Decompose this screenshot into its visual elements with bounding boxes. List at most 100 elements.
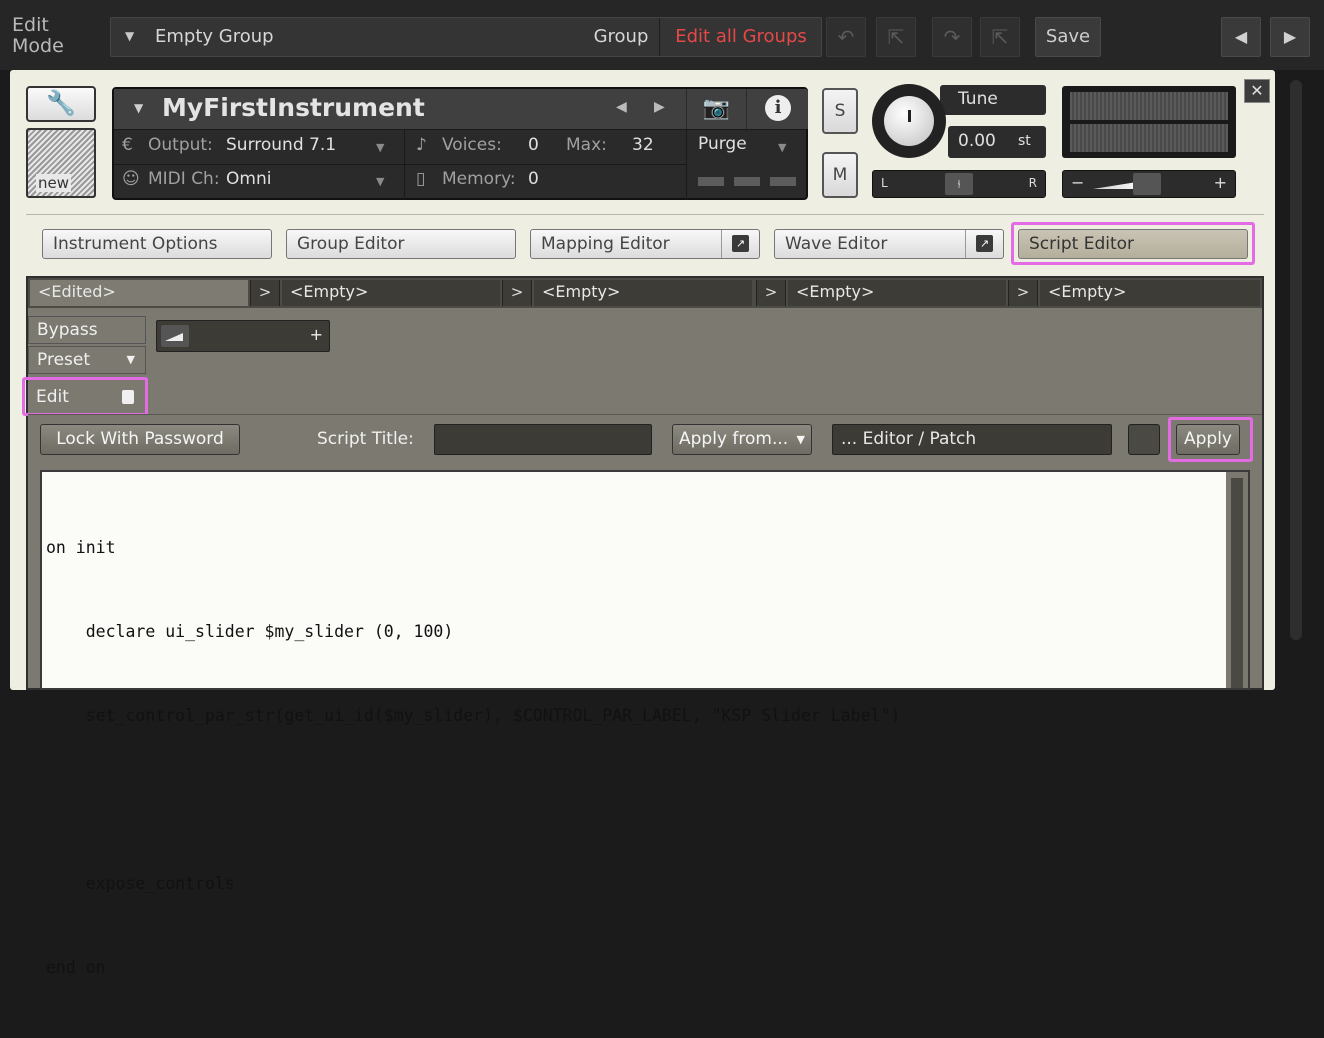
volume-plus: + xyxy=(1213,173,1227,192)
wrench-icon[interactable]: 🔧 xyxy=(26,86,96,122)
rack-scrollbar-thumb[interactable] xyxy=(1290,80,1302,640)
code-scrollbar-thumb[interactable] xyxy=(1231,478,1243,688)
mapping-editor-expand[interactable]: ↗ xyxy=(721,230,759,258)
tune-label: Tune xyxy=(940,85,1046,115)
bypass-button[interactable]: Bypass xyxy=(28,316,146,344)
memory-value: 0 xyxy=(528,169,539,189)
pan-handle-icon[interactable]: ⫮ xyxy=(945,173,973,195)
square-toggle[interactable] xyxy=(1128,424,1160,455)
camera-icon[interactable]: 📷 xyxy=(686,89,746,129)
voices-icon: ♪ xyxy=(416,135,427,155)
code-line: expose_controls xyxy=(46,874,235,893)
undo-icon[interactable]: ↶ xyxy=(826,17,866,57)
edit-mode-line2: Mode xyxy=(12,35,64,57)
chevron-down-icon: ▼ xyxy=(796,433,805,446)
chevron-down-icon[interactable]: ▼ xyxy=(125,29,134,43)
apply-from-menu[interactable]: Apply from... ▼ xyxy=(672,424,812,455)
output-label: Output: xyxy=(148,135,213,155)
instrument-picture[interactable]: new xyxy=(26,128,96,198)
instrument-options-button[interactable]: Instrument Options xyxy=(42,229,272,259)
close-icon[interactable]: ✕ xyxy=(1244,79,1270,103)
mute-button[interactable]: M xyxy=(822,152,858,198)
lock-with-password-button[interactable]: Lock With Password xyxy=(40,424,240,455)
mapping-editor-label: Mapping Editor xyxy=(541,234,670,254)
max-voices-value[interactable]: 32 xyxy=(632,135,654,155)
output-dropdown-icon[interactable]: ▼ xyxy=(376,141,384,154)
editor-patch-field[interactable]: ... Editor / Patch xyxy=(832,424,1112,455)
group-name: Empty Group xyxy=(155,26,274,47)
group-selector[interactable]: ▼ Empty Group Group Edit all Groups xyxy=(110,17,822,57)
wave-editor-label: Wave Editor xyxy=(785,234,888,254)
purge-meter-segment xyxy=(734,177,760,186)
highlight-apply xyxy=(1168,417,1253,462)
midi-dropdown-icon[interactable]: ▼ xyxy=(376,175,384,188)
undo-history-icon[interactable]: ⇱ xyxy=(876,17,916,57)
script-slot-row: <Edited> > <Empty> > <Empty> > <Empty> >… xyxy=(28,278,1262,308)
code-scrollbar[interactable] xyxy=(1226,472,1248,688)
midi-icon: ☺ xyxy=(122,169,140,189)
slider-handle[interactable] xyxy=(161,325,189,347)
mapping-editor-button[interactable]: Mapping Editor ↗ xyxy=(530,229,760,259)
script-slot[interactable]: <Empty> xyxy=(788,280,1006,306)
redo-history-icon[interactable]: ⇱ xyxy=(980,17,1020,57)
memory-label: Memory: xyxy=(442,169,516,189)
code-text[interactable]: on init declare ui_slider $my_slider (0,… xyxy=(46,478,900,1038)
pan-slider[interactable]: L ⫮ R xyxy=(872,170,1046,198)
code-editor[interactable]: on init declare ui_slider $my_slider (0,… xyxy=(40,470,1250,977)
midi-label: MIDI Ch: xyxy=(148,169,220,189)
edit-mode-label: Edit Mode xyxy=(12,15,64,57)
script-title-input[interactable] xyxy=(434,424,652,455)
chevron-down-icon[interactable]: ▼ xyxy=(134,101,143,115)
top-toolbar: Edit Mode ▼ Empty Group Group Edit all G… xyxy=(0,0,1324,70)
level-meter-left xyxy=(1070,92,1228,120)
script-slot[interactable]: <Empty> xyxy=(1040,280,1260,306)
edit-all-groups-button[interactable]: Edit all Groups xyxy=(659,18,822,56)
purge-menu[interactable]: Purge xyxy=(698,134,747,154)
wave-editor-button[interactable]: Wave Editor ↗ xyxy=(774,229,1004,259)
group-editor-button[interactable]: Group Editor xyxy=(286,229,516,259)
volume-handle[interactable] xyxy=(1133,173,1161,195)
instrument-name[interactable]: MyFirstInstrument xyxy=(162,93,425,122)
instrument-header: ▼ MyFirstInstrument ◀ ▶ 📷 i € Output: Su… xyxy=(112,87,808,200)
script-slot[interactable]: <Edited> xyxy=(30,280,248,306)
tune-value-field[interactable]: 0.00 st xyxy=(948,126,1046,158)
slot-arrow-icon[interactable]: > xyxy=(502,280,532,306)
voices-label: Voices: xyxy=(442,135,502,155)
script-slot[interactable]: <Empty> xyxy=(534,280,752,306)
expand-icon: ↗ xyxy=(976,235,993,252)
highlight-edit xyxy=(22,377,148,416)
save-button[interactable]: Save xyxy=(1035,17,1101,57)
memory-icon: ▯ xyxy=(416,169,426,189)
next-instrument-icon[interactable]: ▶ xyxy=(654,99,665,115)
purge-meter-segment xyxy=(698,177,724,186)
pan-left-label: L xyxy=(881,176,888,190)
volume-slider[interactable]: − + xyxy=(1062,170,1236,198)
voices-value: 0 xyxy=(528,135,539,155)
slot-arrow-icon[interactable]: > xyxy=(1008,280,1038,306)
slot-arrow-icon[interactable]: > xyxy=(756,280,786,306)
output-value[interactable]: Surround 7.1 xyxy=(226,135,336,155)
instrument-title-bar: ▼ MyFirstInstrument ◀ ▶ xyxy=(114,89,686,129)
previous-arrow-icon[interactable]: ◀ xyxy=(1221,17,1261,57)
next-arrow-icon[interactable]: ▶ xyxy=(1270,17,1310,57)
solo-button[interactable]: S xyxy=(822,88,858,134)
midi-value[interactable]: Omni xyxy=(226,169,271,189)
preset-menu[interactable]: Preset ▼ xyxy=(28,346,146,374)
tune-knob[interactable] xyxy=(872,84,946,158)
group-button[interactable]: Group xyxy=(583,18,659,56)
purge-dropdown-icon[interactable]: ▼ xyxy=(778,141,786,154)
redo-icon[interactable]: ↷ xyxy=(932,17,972,57)
expand-icon: ↗ xyxy=(732,235,749,252)
slot-arrow-icon[interactable]: > xyxy=(250,280,280,306)
info-icon[interactable]: i xyxy=(746,89,808,129)
previous-instrument-icon[interactable]: ◀ xyxy=(616,99,627,115)
code-line: declare ui_slider $my_slider (0, 100) xyxy=(46,622,454,641)
script-slot[interactable]: <Empty> xyxy=(282,280,500,306)
plus-icon: + xyxy=(309,325,323,344)
wave-editor-expand[interactable]: ↗ xyxy=(965,230,1003,258)
apply-from-label: Apply from... xyxy=(679,429,789,449)
level-meter xyxy=(1062,86,1236,158)
volume-minus: − xyxy=(1071,173,1085,192)
script-performance-slider[interactable]: + xyxy=(156,320,330,352)
